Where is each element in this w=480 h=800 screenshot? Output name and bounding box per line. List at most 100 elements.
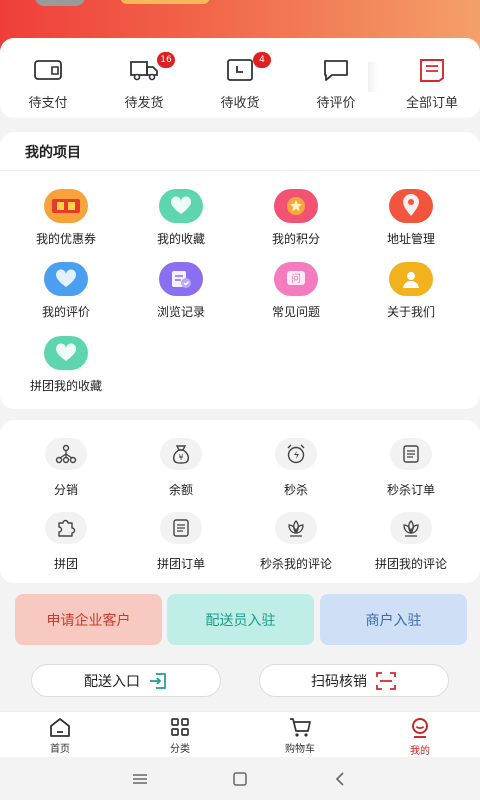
apply-enterprise-button[interactable]: 申请企业客户 (15, 594, 162, 645)
project-faq[interactable]: 问 常见问题 (236, 262, 356, 320)
tool-flash-sale-reviews[interactable]: 秒杀我的评论 (236, 512, 356, 572)
scan-verify-label: 扫码核销 (311, 673, 367, 690)
tool-label: 拼团 (53, 557, 78, 571)
my-projects-card: 我的项目 我的优惠券 我的收藏 我的积分 地址管理 我的评价 浏览记录 问 常见… (0, 132, 480, 409)
merchant-join-button[interactable]: 商户入驻 (320, 594, 467, 645)
project-label: 我的收藏 (156, 232, 205, 246)
system-navigation-bar (0, 758, 480, 800)
heart-icon (44, 336, 88, 370)
points-medal-icon (274, 189, 318, 223)
project-label: 我的优惠券 (35, 232, 96, 246)
package-icon: 4 (223, 52, 271, 84)
count-badge: 16 (157, 52, 175, 68)
avatar[interactable] (35, 0, 85, 6)
project-address[interactable]: 地址管理 (351, 189, 471, 247)
delivery-entry-button[interactable]: 配送入口 (31, 664, 221, 697)
project-label: 我的积分 (271, 232, 320, 246)
profile-icon (412, 718, 428, 738)
tab-category[interactable]: 分类 (120, 712, 240, 757)
about-us-icon (389, 262, 433, 296)
distribution-icon (45, 438, 87, 470)
count-badge: 4 (253, 52, 271, 68)
tab-mine[interactable]: 我的 (360, 712, 480, 757)
project-coupon[interactable]: 我的优惠券 (6, 189, 126, 247)
section-title: 我的项目 (25, 145, 81, 161)
tool-label: 余额 (168, 483, 193, 497)
project-label: 关于我们 (386, 305, 435, 319)
bottom-tab-bar: 首页 分类 购物车 我的 (0, 711, 480, 757)
tool-label: 秒杀 (283, 483, 308, 497)
tool-flash-sale-orders[interactable]: 秒杀订单 (351, 438, 471, 498)
history-icon (159, 262, 203, 296)
tools-card: 分销 ¥ 余额 秒杀 秒杀订单 拼团 拼团订单 秒杀我的评论 拼团我的评论 (0, 420, 480, 583)
tab-label: 我的 (410, 746, 430, 757)
tab-cart[interactable]: 购物车 (240, 712, 360, 757)
project-favorites[interactable]: 我的收藏 (121, 189, 241, 247)
order-status-card: 待支付 16 待发货 4 待收货 待评价 全部订单 (0, 38, 480, 118)
courier-join-button[interactable]: 配送员入驻 (167, 594, 314, 645)
order-pending-payment[interactable]: 待支付 (0, 38, 96, 118)
scan-icon (376, 671, 396, 690)
login-arrow-icon (150, 672, 166, 689)
truck-icon: 16 (127, 52, 175, 84)
order-all[interactable]: 全部订单 (384, 38, 480, 118)
document-icon (415, 56, 449, 84)
order-label: 全部订单 (405, 96, 458, 111)
order-pending-shipment[interactable]: 16 待发货 (96, 38, 192, 118)
lotus-icon (275, 512, 317, 544)
tool-group-buy[interactable]: 拼团 (6, 512, 126, 572)
order-label: 待评价 (316, 96, 356, 111)
money-bag-icon: ¥ (160, 438, 202, 470)
heart-icon (159, 189, 203, 223)
cart-icon (290, 718, 311, 737)
svg-text:问: 问 (291, 272, 301, 285)
member-badge[interactable] (120, 0, 210, 4)
order-pending-receipt[interactable]: 4 待收货 (192, 38, 288, 118)
scan-verify-button[interactable]: 扫码核销 (259, 664, 449, 697)
tool-label: 秒杀订单 (386, 483, 435, 497)
location-pin-icon (389, 189, 433, 223)
project-label: 我的评价 (41, 305, 90, 319)
tool-group-buy-reviews[interactable]: 拼团我的评论 (351, 512, 471, 572)
divider (0, 170, 480, 171)
category-grid-icon (171, 718, 189, 736)
tool-label: 拼团订单 (156, 557, 205, 571)
wallet-icon (31, 56, 65, 84)
back-icon[interactable] (290, 772, 390, 786)
heart-review-icon (44, 262, 88, 296)
order-label: 待发货 (124, 96, 164, 111)
home-square-icon[interactable] (190, 772, 290, 786)
order-label: 待收货 (220, 96, 260, 111)
order-label: 待支付 (28, 96, 68, 111)
chat-bubble-icon (319, 56, 353, 84)
tab-label: 首页 (50, 744, 70, 755)
delivery-entry-label: 配送入口 (84, 673, 140, 690)
project-label: 浏览记录 (156, 305, 205, 319)
tab-label: 分类 (170, 744, 190, 755)
alarm-clock-icon (275, 438, 317, 470)
project-label: 拼团我的收藏 (29, 379, 102, 393)
project-points[interactable]: 我的积分 (236, 189, 356, 247)
project-label: 地址管理 (386, 232, 435, 246)
project-about-us[interactable]: 关于我们 (351, 262, 471, 320)
home-icon (50, 718, 70, 737)
tool-group-buy-orders[interactable]: 拼团订单 (121, 512, 241, 572)
coupon-icon (44, 189, 88, 223)
svg-text:¥: ¥ (178, 453, 183, 462)
divider (368, 62, 378, 92)
tool-balance[interactable]: ¥ 余额 (121, 438, 241, 498)
project-reviews[interactable]: 我的评价 (6, 262, 126, 320)
menu-icon[interactable] (90, 773, 190, 785)
tool-label: 分销 (53, 483, 78, 497)
tool-flash-sale[interactable]: 秒杀 (236, 438, 356, 498)
list-icon (160, 512, 202, 544)
tool-distribution[interactable]: 分销 (6, 438, 126, 498)
tool-label: 秒杀我的评论 (259, 557, 332, 571)
project-label: 常见问题 (271, 305, 320, 319)
project-history[interactable]: 浏览记录 (121, 262, 241, 320)
list-icon (390, 438, 432, 470)
lotus-icon (390, 512, 432, 544)
tab-label: 购物车 (285, 744, 315, 755)
tab-home[interactable]: 首页 (0, 712, 120, 757)
project-group-favorites[interactable]: 拼团我的收藏 (6, 336, 126, 394)
